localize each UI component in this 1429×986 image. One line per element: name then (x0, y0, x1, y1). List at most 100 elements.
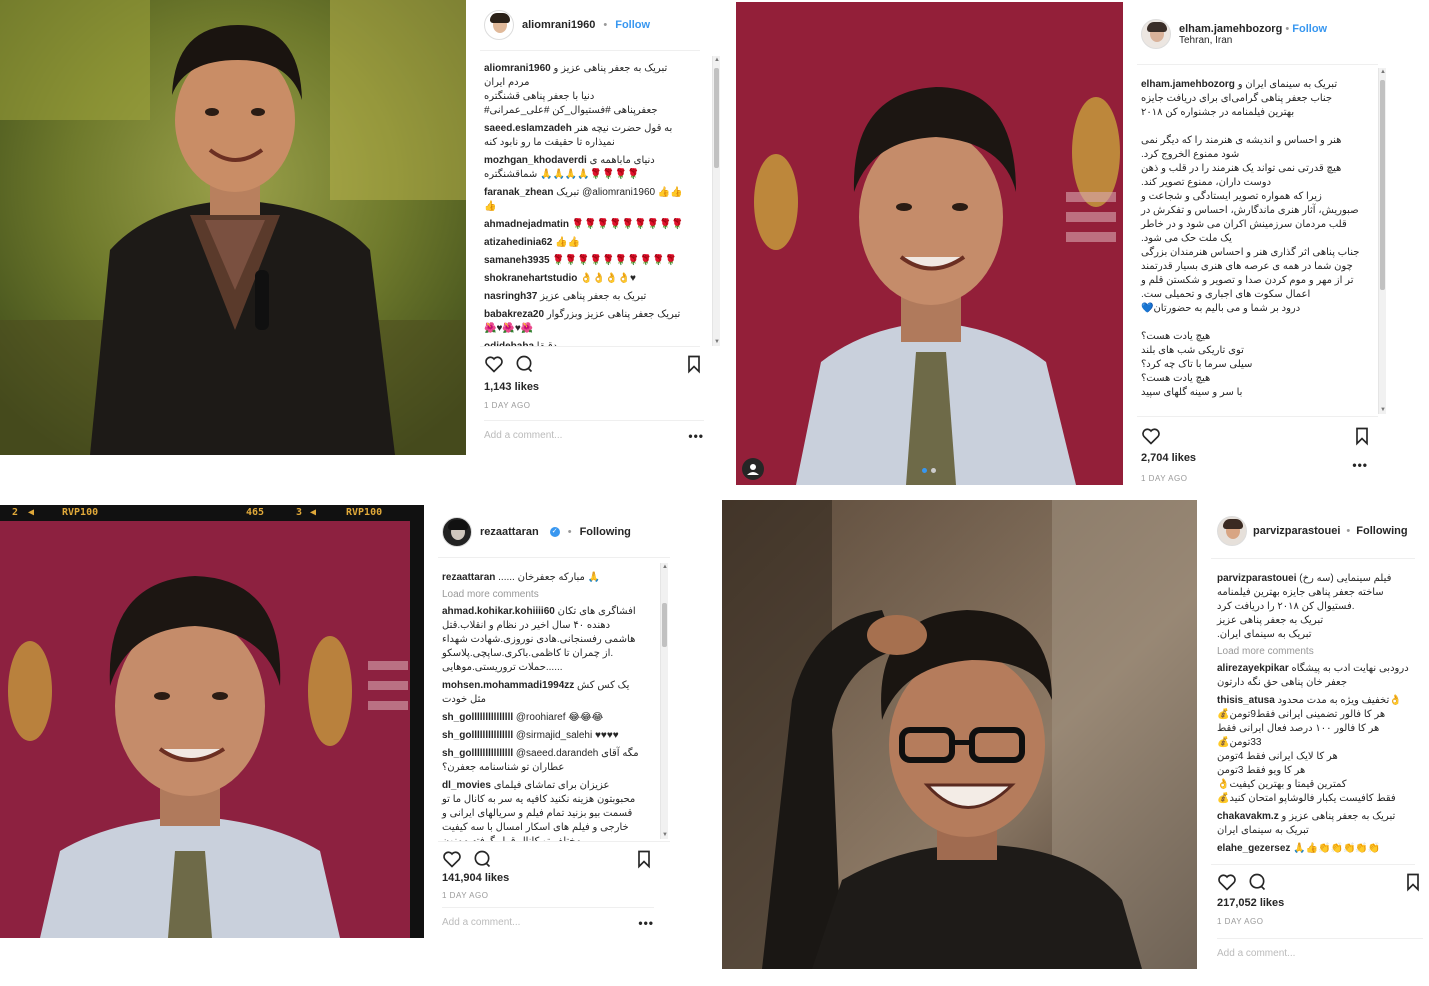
location-link[interactable]: Tehran, Iran (1179, 35, 1327, 46)
following-button[interactable]: Following (1356, 525, 1407, 537)
comment-username-link[interactable]: babakreza20 (484, 309, 544, 320)
post-photo[interactable] (736, 2, 1123, 485)
comment-list[interactable]: elham.jamehbozorg تبریک به سینمای ایران … (1127, 78, 1375, 410)
comment-username-link[interactable]: alirezayekpikar (1217, 663, 1289, 674)
username-link[interactable]: aliomrani1960 (522, 19, 595, 31)
heart-icon[interactable] (484, 354, 504, 374)
comment-username-link[interactable]: saeed.eslamzadeh (484, 123, 572, 134)
comment-username-link[interactable]: sh_golllllllllllllll (442, 748, 513, 759)
comment-item: thisis_atusa تخفیف ویژه به مدت محدود👌 هر… (1217, 694, 1409, 806)
post-rezaattaran: 2 ◀ RVP100 465 3 ◀ RVP100 rezaattaran ✓ … (0, 505, 684, 945)
scroll-thumb[interactable] (714, 68, 719, 168)
heart-icon[interactable] (442, 849, 462, 869)
scroll-up-arrow[interactable]: ▲ (1379, 68, 1387, 76)
like-count[interactable]: 141,904 likes (442, 872, 509, 884)
following-button[interactable]: Following (580, 526, 631, 538)
comment-username-link[interactable]: ahmad.kohikar.kohiiii60 (442, 606, 555, 617)
comments-container: rezaattaran ...... مبارکه جعفرخان 🙏 Load … (442, 571, 642, 841)
comment-list[interactable]: rezaattaran ...... مبارکه جعفرخان 🙏 Load … (428, 571, 656, 841)
post-photo[interactable] (722, 500, 1197, 969)
avatar[interactable] (1217, 516, 1247, 546)
comment-username-link[interactable]: samaneh3935 (484, 255, 550, 266)
comment-username-link[interactable]: sh_golllllllllllllll (442, 730, 513, 741)
comment-username-link[interactable]: sh_golllllllllllllll (442, 712, 513, 723)
scroll-down-arrow[interactable]: ▼ (661, 831, 669, 839)
carousel-dot-active[interactable] (922, 468, 927, 473)
timestamp[interactable]: 1 DAY AGO (484, 401, 530, 410)
comment-list[interactable]: aliomrani1960 تبریک به جعفر پناهی عزیز و… (470, 62, 700, 346)
username-link[interactable]: parvizparastouei (1253, 525, 1340, 537)
comment-icon[interactable] (514, 354, 534, 374)
heart-icon[interactable] (1141, 426, 1161, 446)
scroll-thumb[interactable] (1380, 80, 1385, 290)
load-more-comments-link[interactable]: Load more comments (442, 589, 642, 600)
post-sidebar: elham.jamehbozorg • Follow Tehran, Iran … (1123, 2, 1392, 486)
carousel-dot[interactable] (931, 468, 936, 473)
comment-item: sh_golllllllllllllll @sirmajid_salehi ♥♥… (442, 729, 642, 743)
more-options-icon[interactable]: ••• (688, 429, 704, 443)
comments-scrollbar[interactable]: ▲ ▼ (712, 56, 720, 346)
like-count[interactable]: 1,143 likes (484, 381, 539, 393)
comment-username-link[interactable]: ahmadnejadmatin (484, 219, 569, 230)
comment-username-link[interactable]: nasringh37 (484, 291, 537, 302)
bookmark-icon[interactable] (634, 849, 654, 869)
like-count[interactable]: 217,052 likes (1217, 897, 1284, 909)
scroll-up-arrow[interactable]: ▲ (713, 56, 721, 64)
timestamp[interactable]: 1 DAY AGO (1141, 474, 1187, 483)
like-count[interactable]: 2,704 likes (1141, 452, 1196, 464)
comment-username-link[interactable]: rezaattaran (442, 572, 495, 583)
timestamp[interactable]: 1 DAY AGO (1217, 917, 1263, 926)
follow-button[interactable]: Follow (615, 19, 650, 31)
comment-text: 🌹🌹🌹🌹🌹🌹🌹🌹🌹 (571, 219, 684, 230)
avatar[interactable] (442, 517, 472, 547)
comments-scrollbar[interactable]: ▲ ▼ (660, 563, 668, 839)
carousel-dots[interactable] (922, 468, 936, 473)
bookmark-icon[interactable] (1352, 426, 1372, 446)
comment-username-link[interactable]: elahe_gezersez (1217, 843, 1290, 854)
avatar[interactable] (484, 10, 514, 40)
header-divider (480, 50, 700, 51)
add-comment-input[interactable]: Add a comment... (1217, 938, 1423, 959)
post-aliomrani1960: aliomrani1960 • Follow aliomrani1960 تبر… (0, 0, 720, 456)
comment-username-link[interactable]: parvizparastouei (1217, 573, 1296, 584)
scroll-down-arrow[interactable]: ▼ (713, 338, 721, 346)
comment-icon[interactable] (1247, 872, 1267, 892)
username-link[interactable]: elham.jamehbozorg (1179, 23, 1282, 35)
tagged-user-icon[interactable] (742, 458, 764, 480)
add-comment-input[interactable]: Add a comment... ••• (442, 907, 654, 930)
more-options-icon[interactable]: ••• (1352, 458, 1368, 472)
post-photo[interactable] (0, 0, 466, 455)
comment-item: alirezayekpikar درودبی نهایت ادب به پیشگ… (1217, 662, 1409, 690)
username-link[interactable]: rezaattaran (480, 526, 539, 538)
load-more-comments-link[interactable]: Load more comments (1217, 646, 1409, 657)
comment-username-link[interactable]: shokranehartstudio (484, 273, 577, 284)
comment-item: parvizparastouei فیلم سینمایی (سه رخ) سا… (1217, 572, 1409, 642)
post-photo[interactable]: 2 ◀ RVP100 465 3 ◀ RVP100 (0, 505, 424, 938)
comments-scrollbar[interactable]: ▲ ▼ (1378, 68, 1386, 414)
add-comment-input[interactable]: Add a comment... ••• (484, 420, 704, 443)
comment-icon[interactable] (472, 849, 492, 869)
comment-username-link[interactable]: faranak_zhean (484, 187, 553, 198)
bookmark-icon[interactable] (1403, 872, 1423, 892)
comment-username-link[interactable]: elham.jamehbozorg (1141, 79, 1235, 90)
scroll-thumb[interactable] (662, 603, 667, 647)
more-options-icon[interactable]: ••• (638, 916, 654, 930)
separator-dot: • (603, 19, 608, 31)
bookmark-icon[interactable] (684, 354, 704, 374)
scroll-down-arrow[interactable]: ▼ (1379, 406, 1387, 414)
comment-list[interactable]: parvizparastouei فیلم سینمایی (سه رخ) سا… (1203, 572, 1423, 862)
avatar[interactable] (1141, 19, 1171, 49)
scroll-up-arrow[interactable]: ▲ (661, 563, 669, 571)
comment-username-link[interactable]: aliomrani1960 (484, 63, 551, 74)
comment-username-link[interactable]: mozhgan_khodaverdi (484, 155, 587, 166)
comment-username-link[interactable]: thisis_atusa (1217, 695, 1275, 706)
comment-item: chakavakm.z تبریک به جعفر پناهی عزیز و ت… (1217, 810, 1409, 838)
comment-username-link[interactable]: mohsen.mohammadi1994zz (442, 680, 574, 691)
comment-username-link[interactable]: dl_movies (442, 780, 491, 791)
comment-username-link[interactable]: atizahedinia62 (484, 237, 552, 248)
comment-username-link[interactable]: chakavakm.z (1217, 811, 1279, 822)
heart-icon[interactable] (1217, 872, 1237, 892)
separator-dot: • (567, 526, 572, 538)
follow-button[interactable]: Follow (1292, 23, 1327, 35)
timestamp[interactable]: 1 DAY AGO (442, 891, 488, 900)
